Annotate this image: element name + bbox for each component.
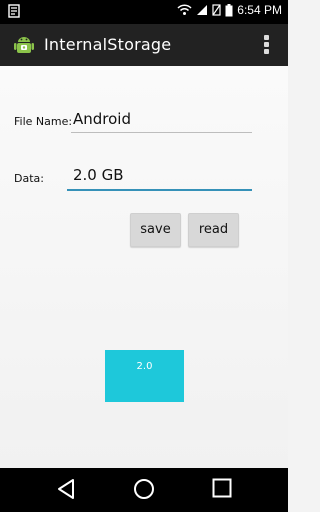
back-icon[interactable]: [56, 478, 76, 500]
wifi-icon: [177, 4, 192, 15]
signal-icon: [197, 5, 208, 15]
battery-icon: [225, 3, 233, 16]
result-value: 2.0: [136, 361, 153, 372]
save-button[interactable]: save: [130, 213, 181, 247]
android-icon: [14, 37, 34, 53]
overflow-menu-icon[interactable]: [264, 35, 270, 55]
no-sim-icon: [212, 4, 221, 16]
data-label: Data:: [14, 172, 44, 185]
notification-icon: [8, 4, 20, 18]
result-display: 2.0: [105, 350, 184, 402]
file-name-label: File Name:: [14, 115, 73, 128]
file-name-input[interactable]: Android: [71, 110, 252, 133]
action-bar: InternalStorage: [0, 24, 288, 66]
app-title: InternalStorage: [44, 35, 172, 54]
file-name-value: Android: [73, 110, 131, 128]
recents-icon[interactable]: [212, 478, 232, 498]
data-input[interactable]: 2.0 GB: [67, 166, 252, 191]
navigation-bar: [0, 468, 288, 512]
data-value: 2.0 GB: [73, 166, 124, 184]
read-button[interactable]: read: [188, 213, 239, 247]
status-time: 6:54 PM: [237, 3, 282, 17]
home-icon[interactable]: [133, 478, 155, 500]
status-bar: 6:54 PM: [0, 0, 288, 24]
